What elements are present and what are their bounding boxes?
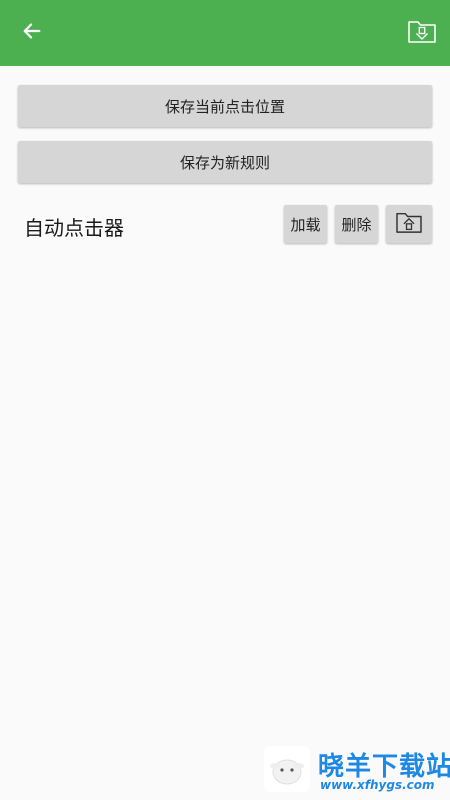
delete-button[interactable]: 删除 [335,205,378,243]
app-bar [0,0,450,66]
import-rule-button[interactable] [404,17,440,49]
rule-name: 自动点击器 [24,216,124,240]
export-rule-button[interactable] [386,205,432,243]
folder-upload-icon [395,210,423,238]
arrow-left-icon [21,20,43,46]
save-new-rule-button[interactable]: 保存为新规则 [18,141,432,183]
watermark-url: www.xfhygs.com [320,778,435,792]
back-button[interactable] [14,17,50,49]
load-button[interactable]: 加载 [284,205,327,243]
sheep-logo-icon [264,746,310,792]
save-current-position-button[interactable]: 保存当前点击位置 [18,85,432,127]
folder-download-icon [407,18,437,48]
rule-row: 自动点击器 加载 删除 [0,200,450,250]
watermark: 晓羊下载站 www.xfhygs.com [262,744,450,796]
